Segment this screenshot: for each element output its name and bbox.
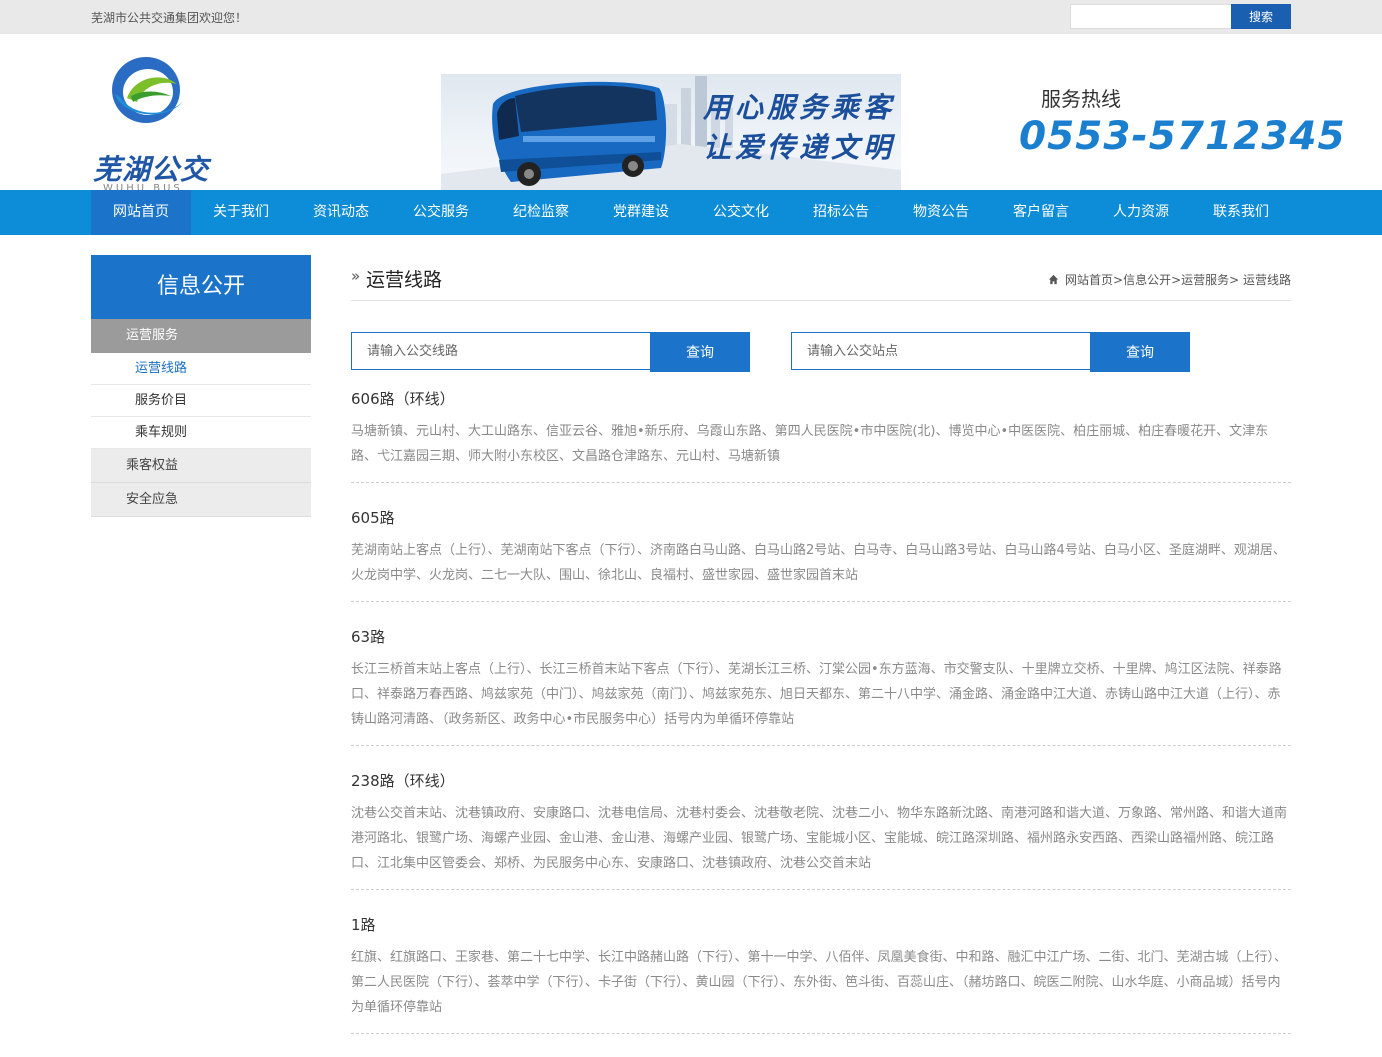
nav-item-tender[interactable]: 招标公告	[791, 190, 891, 235]
route-list: 606路（环线） 马塘新镇、元山村、大工山路东、信亚云谷、雅旭•新乐府、乌霞山东…	[351, 387, 1291, 1034]
stop-search: 查询	[791, 332, 1190, 372]
sidebar: 信息公开 运营服务 运营线路 服务价目 乘车规则 乘客权益 安全应急	[91, 255, 311, 517]
nav-item-contact[interactable]: 联系我们	[1191, 190, 1291, 235]
double-chevron-icon: »	[351, 267, 361, 285]
nav-item-messages[interactable]: 客户留言	[991, 190, 1091, 235]
slogan-line-1: 用心服务乘客	[703, 91, 896, 124]
route-stops: 红旗、红旗路口、王家巷、第二十七中学、长江中路赭山路（下行）、第十一中学、八佰伴…	[351, 950, 1288, 1015]
breadcrumb-text[interactable]: 网站首页>信息公开>运营服务> 运营线路	[1065, 273, 1291, 287]
route-name[interactable]: 605路	[351, 506, 1291, 530]
nav-item-home[interactable]: 网站首页	[91, 190, 191, 235]
top-search-input[interactable]	[1070, 4, 1231, 29]
hotline-number: 0553-5712345	[1019, 114, 1346, 159]
header: 芜湖公交 WUHU BUS 用心服务乘客 让爱传递文明 服务热线 0553-57…	[0, 34, 1382, 194]
line-search: 查询	[351, 332, 750, 372]
top-search-button[interactable]: 搜索	[1231, 4, 1291, 29]
line-search-input[interactable]	[351, 332, 650, 370]
header-banner: 用心服务乘客 让爱传递文明	[441, 74, 901, 190]
route-item: 606路（环线） 马塘新镇、元山村、大工山路东、信亚云谷、雅旭•新乐府、乌霞山东…	[351, 387, 1291, 483]
route-item: 63路 长江三桥首末站上客点（上行）、长江三桥首末站下客点（下行）、芜湖长江三桥…	[351, 625, 1291, 746]
route-stops: 芜湖南站上客点（上行）、芜湖南站下客点（下行）、济南路白马山路、白马山路2号站、…	[351, 543, 1286, 583]
nav-item-discipline[interactable]: 纪检监察	[491, 190, 591, 235]
nav-item-news[interactable]: 资讯动态	[291, 190, 391, 235]
route-name[interactable]: 238路（环线）	[351, 769, 1291, 793]
sidebar-item-rules[interactable]: 乘车规则	[91, 417, 311, 449]
route-search-area: 查询 查询	[351, 332, 1291, 372]
sidebar-item-prices[interactable]: 服务价目	[91, 385, 311, 417]
route-name[interactable]: 1路	[351, 913, 1291, 937]
slogan-line-2: 让爱传递文明	[703, 131, 896, 164]
nav-item-culture[interactable]: 公交文化	[691, 190, 791, 235]
sidebar-category-rights[interactable]: 乘客权益	[91, 449, 311, 483]
route-stops: 沈巷公交首末站、沈巷镇政府、安康路口、沈巷电信局、沈巷村委会、沈巷敬老院、沈巷二…	[351, 806, 1288, 871]
top-bar: 芜湖市公共交通集团欢迎您！ 搜索	[0, 0, 1382, 34]
route-stops: 马塘新镇、元山村、大工山路东、信亚云谷、雅旭•新乐府、乌霞山东路、第四人民医院•…	[351, 424, 1269, 464]
route-item: 605路 芜湖南站上客点（上行）、芜湖南站下客点（下行）、济南路白马山路、白马山…	[351, 506, 1291, 602]
sidebar-category-safety[interactable]: 安全应急	[91, 483, 311, 517]
home-icon	[1048, 274, 1059, 285]
content: » 运营线路 网站首页>信息公开>运营服务> 运营线路 查询 查询 606路（环…	[351, 255, 1291, 1057]
stop-search-input[interactable]	[791, 332, 1090, 370]
main-nav: 网站首页 关于我们 资讯动态 公交服务 纪检监察 党群建设 公交文化 招标公告 …	[0, 190, 1382, 235]
nav-item-hr[interactable]: 人力资源	[1091, 190, 1191, 235]
logo[interactable]: 芜湖公交 WUHU BUS	[91, 54, 211, 194]
page-title: 运营线路	[366, 269, 443, 291]
route-item: 238路（环线） 沈巷公交首末站、沈巷镇政府、安康路口、沈巷电信局、沈巷村委会、…	[351, 769, 1291, 890]
route-name[interactable]: 606路（环线）	[351, 387, 1291, 411]
sidebar-item-routes[interactable]: 运营线路	[91, 353, 311, 385]
hotline-label: 服务热线	[1041, 87, 1121, 111]
top-search: 搜索	[1070, 4, 1291, 29]
stop-search-button[interactable]: 查询	[1090, 332, 1190, 372]
content-header: » 运营线路 网站首页>信息公开>运营服务> 运营线路	[351, 255, 1291, 301]
route-item: 1路 红旗、红旗路口、王家巷、第二十七中学、长江中路赭山路（下行）、第十一中学、…	[351, 913, 1291, 1034]
nav-item-about[interactable]: 关于我们	[191, 190, 291, 235]
logo-icon	[112, 57, 183, 123]
route-name[interactable]: 63路	[351, 625, 1291, 649]
logo-text: 芜湖公交	[93, 153, 210, 186]
sidebar-title: 信息公开	[91, 255, 311, 319]
nav-item-materials[interactable]: 物资公告	[891, 190, 991, 235]
nav-item-bus-service[interactable]: 公交服务	[391, 190, 491, 235]
breadcrumb: 网站首页>信息公开>运营服务> 运营线路	[1048, 271, 1291, 288]
nav-item-party[interactable]: 党群建设	[591, 190, 691, 235]
route-stops: 长江三桥首末站上客点（上行）、长江三桥首末站下客点（下行）、芜湖长江三桥、汀棠公…	[351, 662, 1282, 727]
sidebar-category-operation[interactable]: 运营服务	[91, 319, 311, 353]
line-search-button[interactable]: 查询	[650, 332, 750, 372]
welcome-text: 芜湖市公共交通集团欢迎您！	[91, 11, 248, 25]
